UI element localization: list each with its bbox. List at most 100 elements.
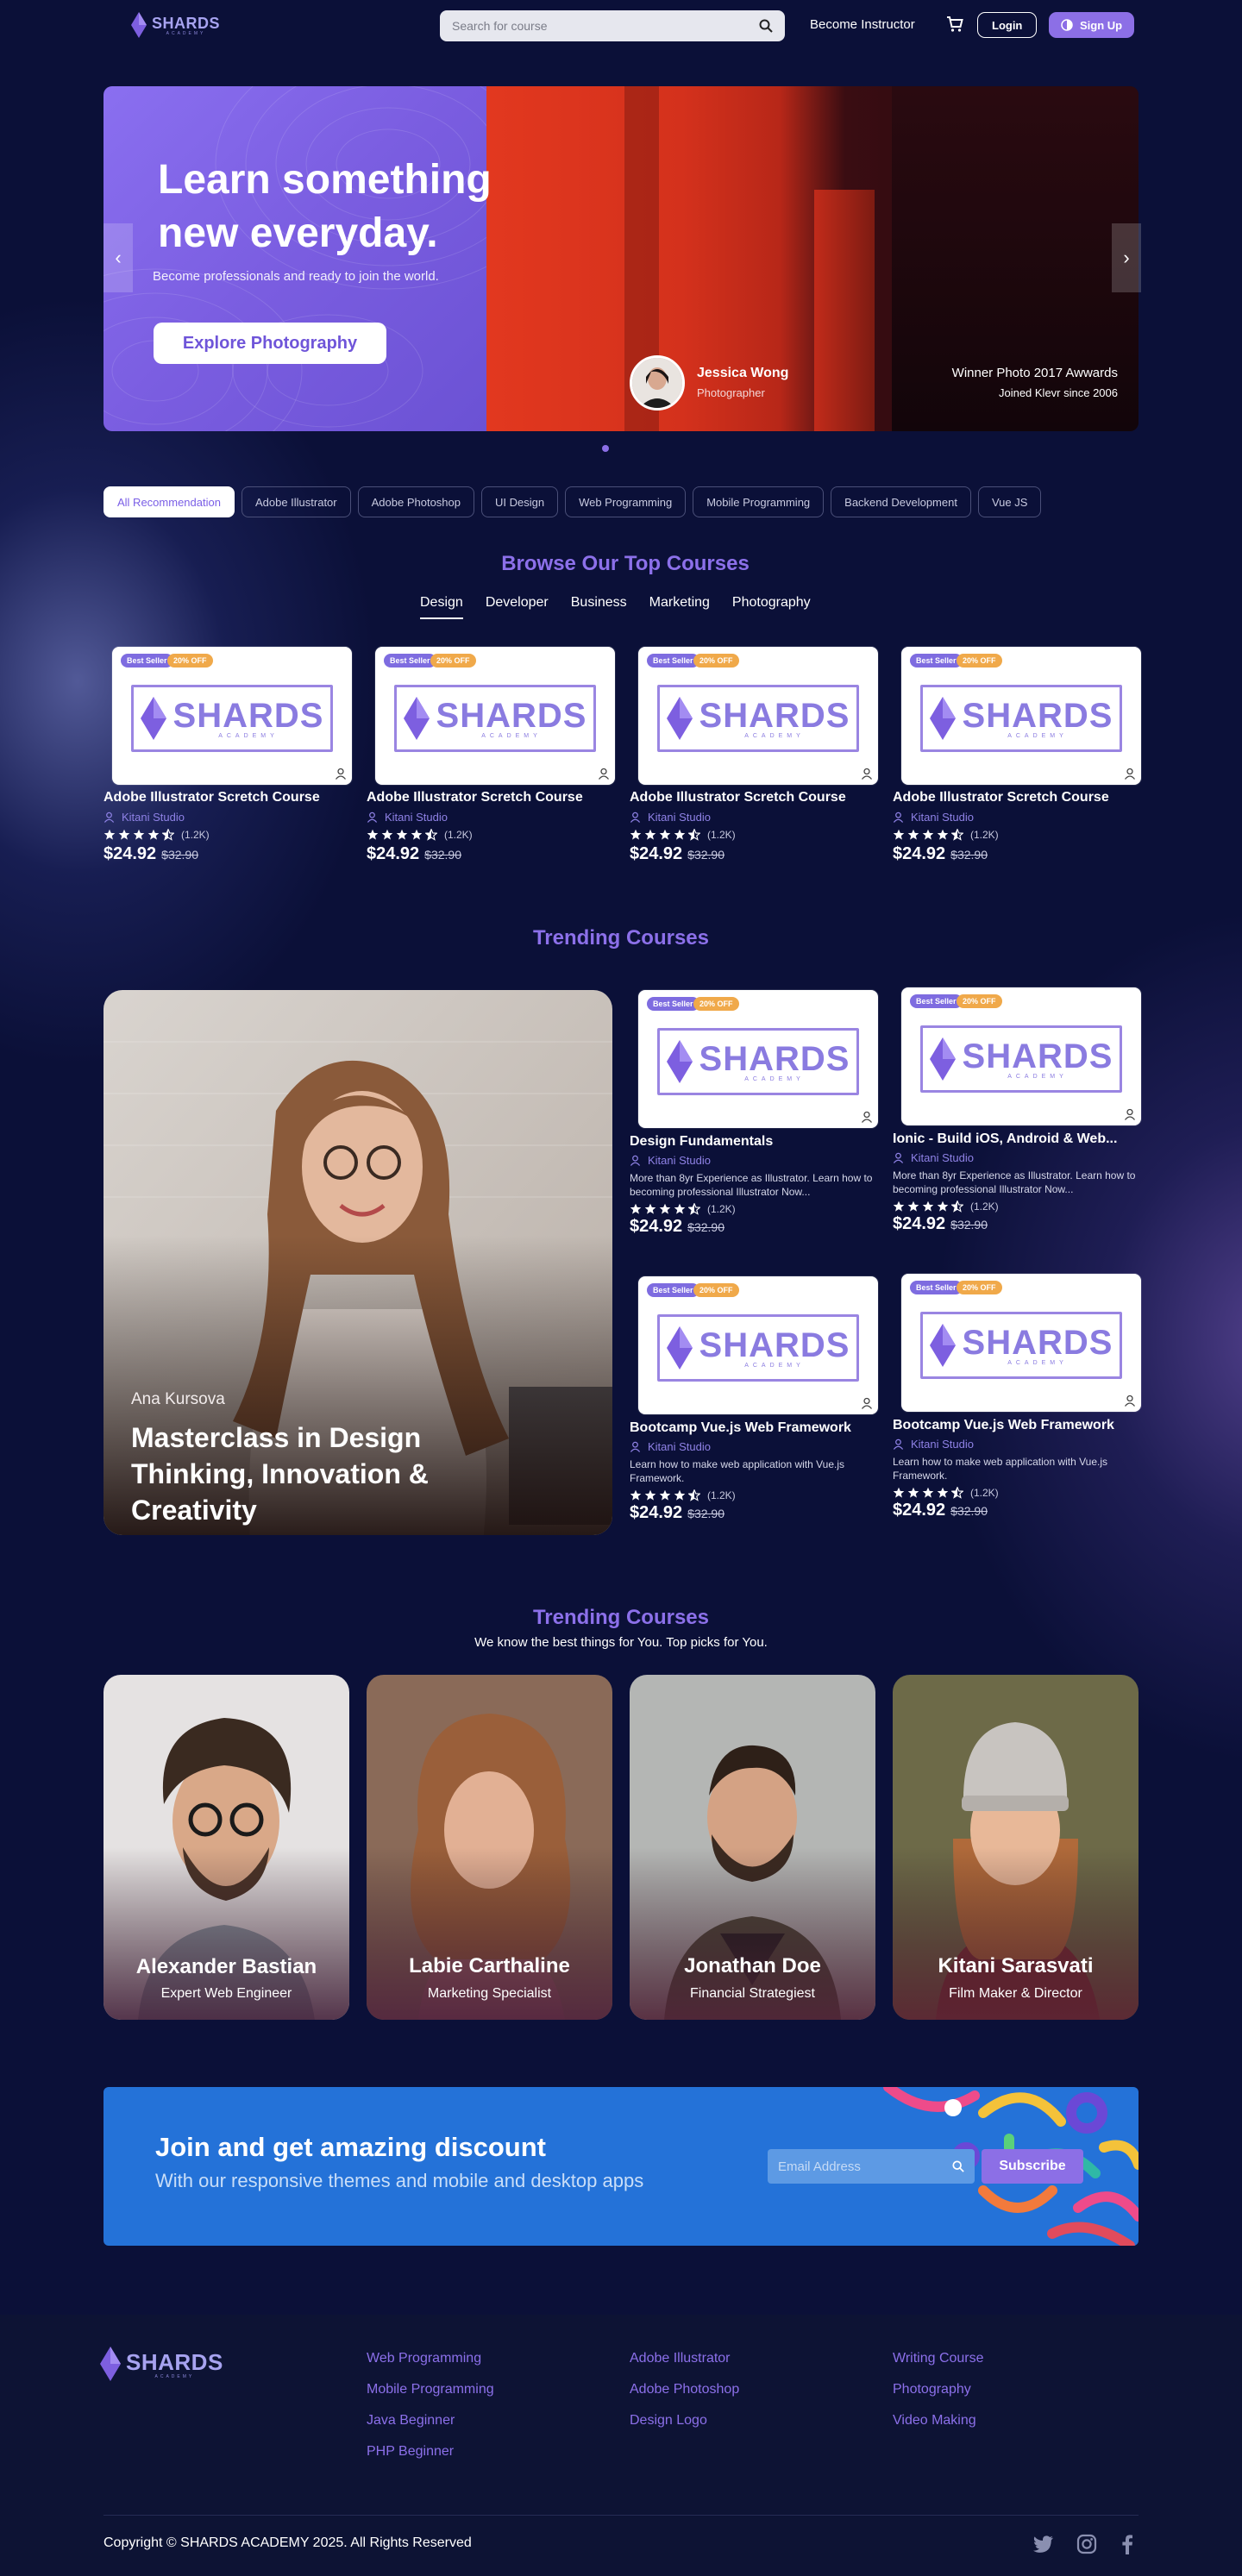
- chip-ui-design[interactable]: UI Design: [481, 486, 559, 517]
- carousel-dot[interactable]: [602, 445, 609, 452]
- course-title[interactable]: Ionic - Build iOS, Android & Web...: [893, 1131, 1143, 1148]
- course-card[interactable]: Best Seller 20% OFF SHARDS ACADEMY Adobe Ill…: [630, 647, 888, 864]
- footer-divider: [104, 2515, 1138, 2516]
- course-thumbnail[interactable]: Best Seller 20% OFF SHARDS ACADEMY: [901, 647, 1141, 785]
- tab-developer[interactable]: Developer: [486, 595, 549, 619]
- facebook-icon[interactable]: [1121, 2534, 1133, 2554]
- course-author[interactable]: Kitani Studio: [630, 1440, 880, 1453]
- course-card[interactable]: Best Seller 20% OFF SHARDS ACADEMY Bootcamp …: [893, 1274, 1151, 1520]
- course-price: $24.92 $32.90: [893, 844, 1151, 864]
- star-icon: [118, 829, 130, 840]
- user-icon: [861, 1111, 873, 1123]
- course-author[interactable]: Kitani Studio: [893, 811, 1151, 824]
- course-card[interactable]: Best Seller 20% OFF SHARDS ACADEMY Design Fu…: [630, 990, 888, 1237]
- course-title[interactable]: Design Fundamentals: [630, 1133, 880, 1150]
- course-thumbnail[interactable]: Best Seller 20% OFF SHARDS ACADEMY: [901, 987, 1141, 1125]
- chip-web-programming[interactable]: Web Programming: [565, 486, 687, 517]
- footer-link[interactable]: Mobile Programming: [367, 2382, 494, 2397]
- chip-backend-development[interactable]: Backend Development: [831, 486, 971, 517]
- course-card[interactable]: Best Seller 20% OFF SHARDS ACADEMY Adobe Ill…: [367, 647, 625, 864]
- course-price: $24.92 $32.90: [367, 844, 625, 864]
- course-author[interactable]: Kitani Studio: [893, 1151, 1143, 1164]
- discount-badge: 20% OFF: [693, 1283, 739, 1297]
- course-thumbnail[interactable]: Best Seller 20% OFF SHARDS ACADEMY: [112, 647, 352, 785]
- course-card[interactable]: Best Seller 20% OFF SHARDS ACADEMY Bootcamp …: [630, 1276, 888, 1523]
- become-instructor-link[interactable]: Become Instructor: [810, 17, 915, 32]
- tab-photography[interactable]: Photography: [732, 595, 811, 619]
- email-field-wrap[interactable]: [768, 2149, 975, 2184]
- tab-marketing[interactable]: Marketing: [649, 595, 710, 619]
- chip-adobe-photoshop[interactable]: Adobe Photoshop: [357, 486, 474, 517]
- footer-link[interactable]: Photography: [893, 2382, 984, 2397]
- course-author[interactable]: Kitani Studio: [367, 811, 625, 824]
- discount-badge: 20% OFF: [957, 994, 1002, 1008]
- footer-link[interactable]: Adobe Illustrator: [630, 2351, 739, 2366]
- course-thumbnail[interactable]: Best Seller 20% OFF SHARDS ACADEMY: [638, 1276, 878, 1414]
- star-icon: [396, 829, 408, 840]
- rating-count: (1.2K): [707, 1489, 736, 1501]
- footer-logo[interactable]: SHARDS ACADEMY: [100, 2346, 223, 2382]
- chip-adobe-illustrator[interactable]: Adobe Illustrator: [241, 486, 351, 517]
- footer-link[interactable]: Java Beginner: [367, 2413, 494, 2429]
- course-title[interactable]: Adobe Illustrator Scretch Course: [630, 790, 888, 805]
- email-field[interactable]: [778, 2159, 933, 2174]
- user-icon: [367, 812, 378, 823]
- theme-toggle-icon: [1061, 19, 1073, 31]
- course-card[interactable]: Best Seller 20% OFF SHARDS ACADEMY Adobe Ill…: [893, 647, 1151, 864]
- star-icon: [951, 1487, 963, 1499]
- course-thumbnail[interactable]: Best Seller 20% OFF SHARDS ACADEMY: [638, 990, 878, 1128]
- star-icon: [922, 829, 934, 840]
- course-title[interactable]: Adobe Illustrator Scretch Course: [367, 790, 625, 805]
- footer-link[interactable]: Adobe Photoshop: [630, 2382, 739, 2397]
- carousel-prev-button[interactable]: ‹: [104, 223, 133, 292]
- best-seller-badge: Best Seller: [647, 1283, 699, 1297]
- course-price: $24.92 $32.90: [893, 1501, 1143, 1520]
- instagram-icon[interactable]: [1076, 2534, 1097, 2554]
- chip-all-recommendation[interactable]: All Recommendation: [104, 486, 235, 517]
- rating-count: (1.2K): [970, 829, 999, 841]
- tab-business[interactable]: Business: [571, 595, 627, 619]
- cart-icon[interactable]: [946, 16, 963, 33]
- footer-col-2: Adobe Illustrator Adobe Photoshop Design…: [630, 2351, 739, 2429]
- footer-link[interactable]: Design Logo: [630, 2413, 739, 2429]
- course-author[interactable]: Kitani Studio: [630, 811, 888, 824]
- search-bar[interactable]: [440, 10, 785, 41]
- login-button[interactable]: Login: [977, 12, 1038, 38]
- search-icon[interactable]: [759, 19, 773, 33]
- signup-button[interactable]: Sign Up: [1049, 12, 1135, 38]
- logo[interactable]: SHARDS ACADEMY: [131, 12, 220, 38]
- chip-mobile-programming[interactable]: Mobile Programming: [693, 486, 825, 517]
- course-thumbnail[interactable]: Best Seller 20% OFF SHARDS ACADEMY: [375, 647, 615, 785]
- course-thumbnail[interactable]: Best Seller 20% OFF SHARDS ACADEMY: [901, 1274, 1141, 1412]
- course-title[interactable]: Bootcamp Vue.js Web Framework: [630, 1420, 880, 1437]
- chip-vue-js[interactable]: Vue JS: [977, 486, 1042, 517]
- course-card[interactable]: Best Seller 20% OFF SHARDS ACADEMY Adobe Ill…: [104, 647, 362, 864]
- footer-link[interactable]: PHP Beginner: [367, 2444, 494, 2460]
- star-icon: [381, 829, 393, 840]
- course-title[interactable]: Adobe Illustrator Scretch Course: [104, 790, 362, 805]
- course-author[interactable]: Kitani Studio: [104, 811, 362, 824]
- instructors-subtitle: We know the best things for You. Top pic…: [474, 1635, 768, 1650]
- carousel-next-button[interactable]: ›: [1112, 223, 1141, 292]
- course-author[interactable]: Kitani Studio: [893, 1438, 1143, 1451]
- tab-design[interactable]: Design: [420, 595, 463, 619]
- course-card[interactable]: Best Seller 20% OFF SHARDS ACADEMY Ionic - B…: [893, 987, 1151, 1234]
- current-price: $24.92: [104, 844, 157, 863]
- course-title[interactable]: Bootcamp Vue.js Web Framework: [893, 1417, 1143, 1434]
- instructor-name: Alexander Bastian: [135, 1955, 317, 1978]
- search-input[interactable]: [452, 19, 737, 33]
- course-title[interactable]: Adobe Illustrator Scretch Course: [893, 790, 1151, 805]
- star-icon: [104, 829, 116, 840]
- twitter-icon[interactable]: [1033, 2535, 1054, 2553]
- star-icon: [674, 829, 686, 840]
- subscribe-button[interactable]: Subscribe: [982, 2149, 1083, 2184]
- footer-link[interactable]: Web Programming: [367, 2351, 494, 2366]
- course-thumbnail[interactable]: Best Seller 20% OFF SHARDS ACADEMY: [638, 647, 878, 785]
- explore-button[interactable]: Explore Photography: [154, 323, 386, 364]
- best-seller-badge: Best Seller: [910, 654, 963, 668]
- star-icon: [630, 1489, 642, 1501]
- star-icon: [688, 1489, 700, 1501]
- course-author[interactable]: Kitani Studio: [630, 1154, 880, 1167]
- footer-link[interactable]: Video Making: [893, 2413, 984, 2429]
- footer-link[interactable]: Writing Course: [893, 2351, 984, 2366]
